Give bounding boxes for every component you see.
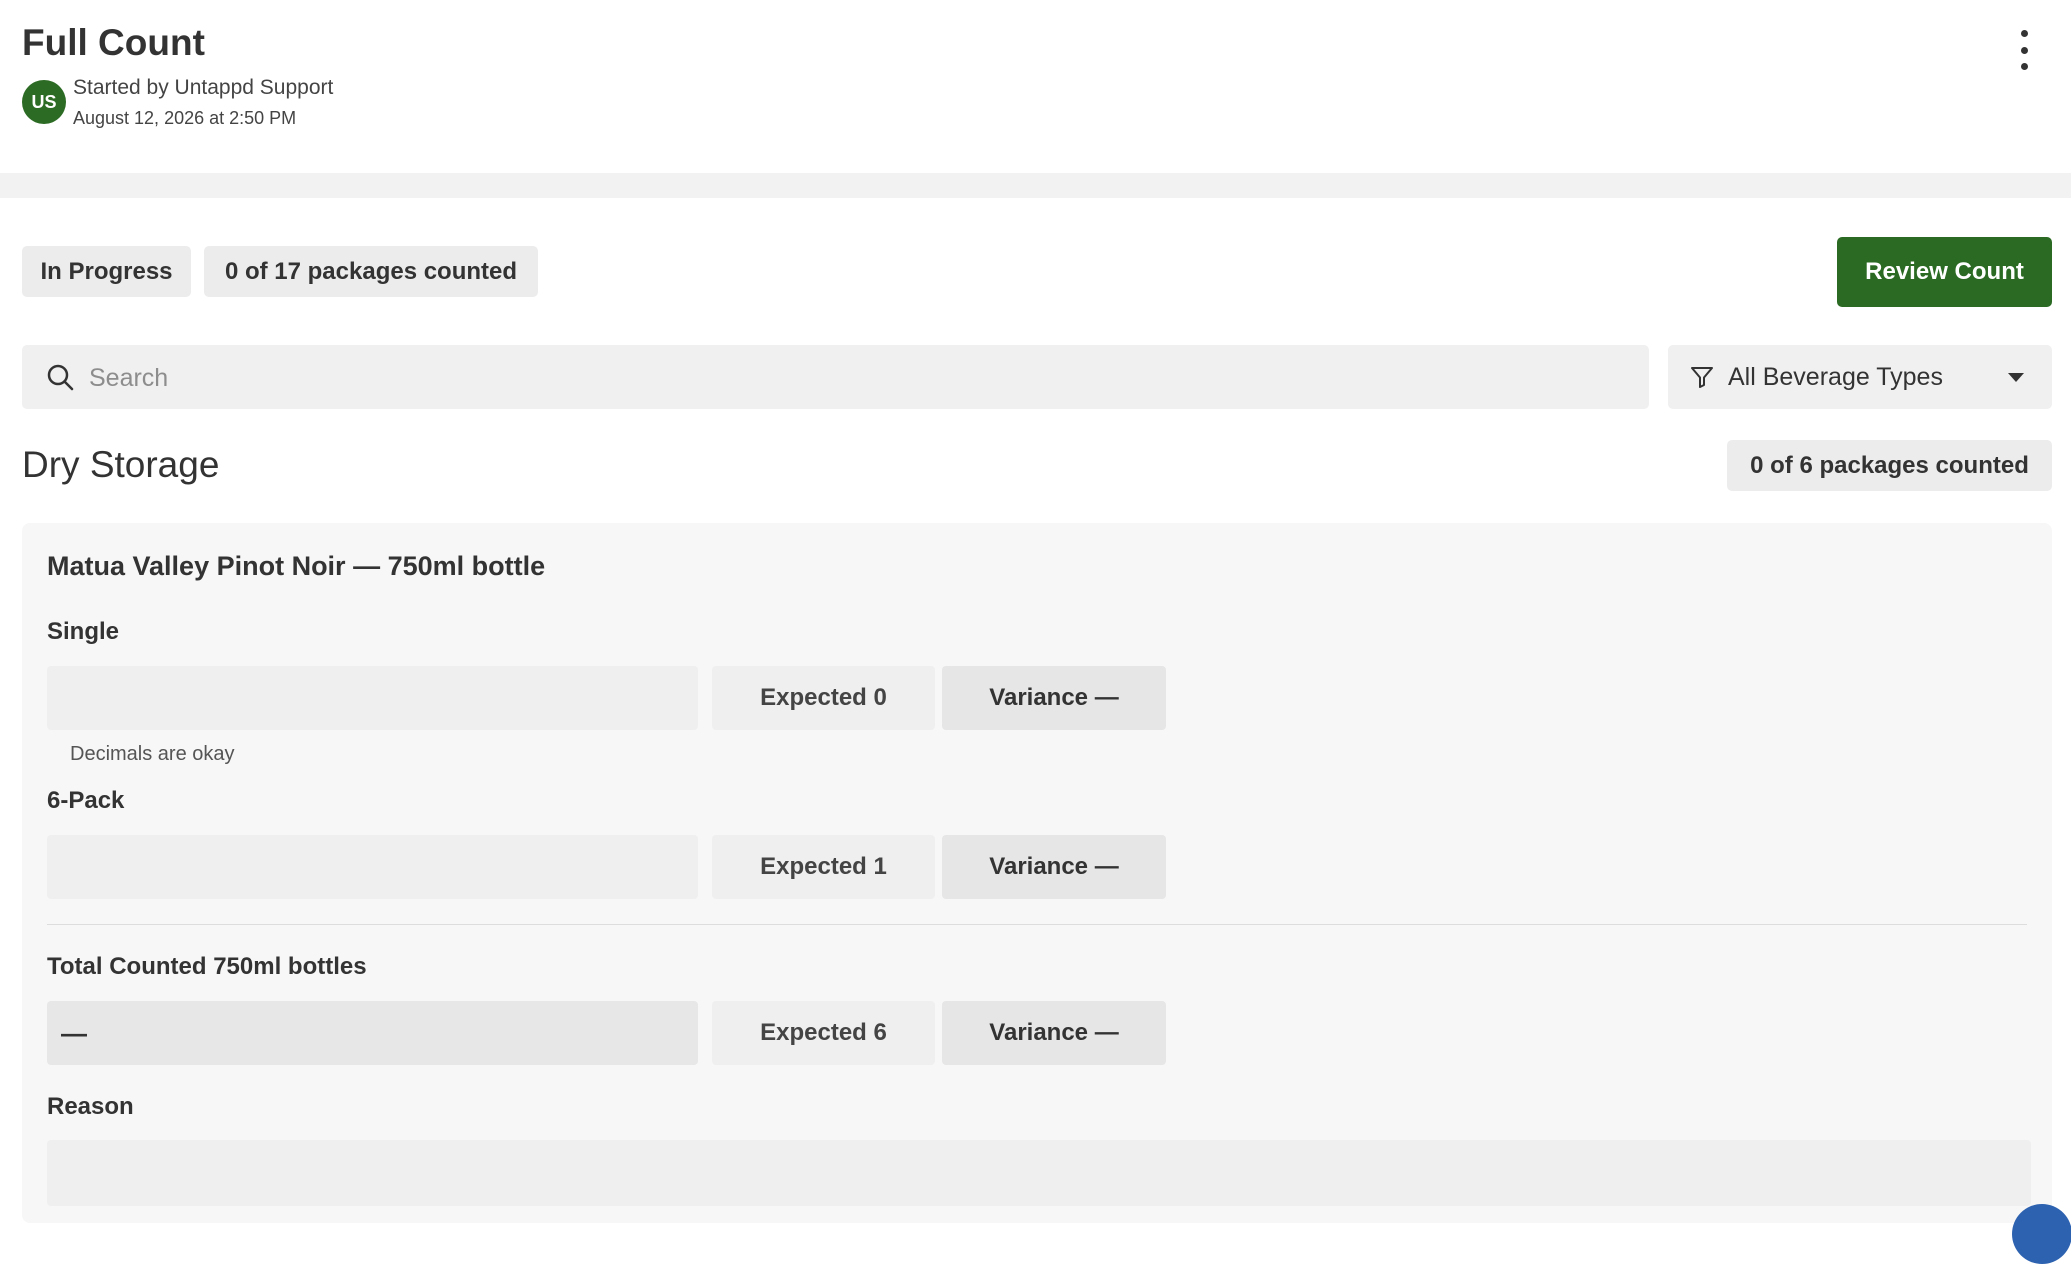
item-title: Matua Valley Pinot Noir — 750ml bottle	[47, 551, 546, 581]
reason-label: Reason	[47, 1093, 134, 1120]
section-title: Dry Storage	[22, 444, 220, 485]
search-bar	[22, 345, 1649, 411]
filter-selected-label: All Beverage Types	[1728, 363, 1943, 391]
page-title: Full Count	[22, 22, 205, 63]
review-count-button[interactable]: Review Count	[1837, 237, 2052, 307]
decimals-hint: Decimals are okay	[70, 743, 235, 765]
chevron-down-icon	[2008, 373, 2024, 382]
section-progress-badge: 0 of 6 packages counted	[1727, 440, 2052, 491]
total-counted-label: Total Counted 750ml bottles	[47, 953, 367, 980]
header-divider	[0, 173, 2071, 198]
variance-total: Variance —	[942, 1001, 1166, 1065]
search-input[interactable]	[87, 345, 1631, 411]
variance-6-pack: Variance —	[942, 835, 1166, 899]
row-label-single: Single	[47, 618, 120, 645]
beverage-type-filter[interactable]: All Beverage Types	[1668, 345, 2052, 409]
filter-icon	[1691, 367, 1713, 388]
started-by-text: Started by Untappd Support	[73, 76, 334, 99]
row-label-6-pack: 6-Pack	[47, 787, 125, 814]
started-at-text: August 12, 2026 at 2:50 PM	[73, 108, 297, 128]
variance-single: Variance —	[942, 666, 1166, 730]
expected-single: Expected 0	[712, 666, 935, 730]
item-card: Matua Valley Pinot Noir — 750ml bottle S…	[22, 523, 2052, 1223]
chat-support-icon[interactable]	[2012, 1204, 2071, 1264]
status-badge: In Progress	[22, 246, 191, 297]
search-icon	[47, 364, 74, 391]
avatar: US	[22, 80, 66, 124]
reason-input[interactable]	[47, 1140, 2031, 1206]
single-count-input[interactable]	[47, 666, 698, 730]
expected-total: Expected 6	[712, 1001, 935, 1065]
total-counted-value: —	[47, 1001, 698, 1065]
kebab-vertical-icon[interactable]	[2012, 30, 2036, 70]
card-divider	[47, 924, 2027, 925]
six-pack-count-input[interactable]	[47, 835, 698, 899]
progress-badge: 0 of 17 packages counted	[204, 246, 538, 297]
page-header: Full Count US Started by Untappd Support…	[0, 0, 2071, 173]
expected-6-pack: Expected 1	[712, 835, 935, 899]
